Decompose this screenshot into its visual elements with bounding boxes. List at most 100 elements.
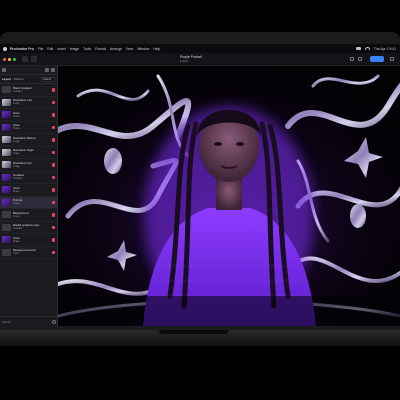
layer-name: Illustration Bottom Image xyxy=(13,137,49,143)
layer-kind: Shape xyxy=(13,127,20,131)
eye-icon[interactable] xyxy=(51,225,55,229)
layer-kind: Image xyxy=(13,139,20,143)
layer-row[interactable]: Illustration Right Image xyxy=(0,147,57,159)
layer-thumbnail xyxy=(2,98,11,106)
layer-name: Glow Shape xyxy=(13,237,49,243)
layer-options-icon[interactable] xyxy=(51,68,55,72)
layer-name: Glow Shape xyxy=(13,124,49,130)
tab-photos[interactable]: Photos xyxy=(14,77,23,81)
menu-bar: Pixelmator Pro File Edit Insert Image To… xyxy=(0,44,400,53)
menu-extras: Tue Apr 1 9:41 xyxy=(355,47,396,51)
eye-icon[interactable] xyxy=(51,200,55,204)
layer-name: Illustration Top Image xyxy=(13,162,49,168)
laptop-screen: Pixelmator Pro File Edit Insert Image To… xyxy=(0,44,400,326)
inspector-icon[interactable] xyxy=(390,57,394,61)
layer-row[interactable]: Black Gradient Gradient xyxy=(0,84,57,97)
menu-view[interactable]: View xyxy=(126,47,133,51)
layer-name: Glow Shape xyxy=(13,187,49,193)
artwork xyxy=(58,66,400,326)
add-layer-icon[interactable] xyxy=(45,68,49,72)
layer-row[interactable]: Background Image xyxy=(0,209,57,222)
layer-thumbnail xyxy=(2,123,11,131)
eye-icon[interactable] xyxy=(51,188,55,192)
eye-icon[interactable] xyxy=(51,125,55,129)
layer-thumbnail xyxy=(2,186,11,194)
layer-row[interactable]: Glow Shape xyxy=(0,109,57,122)
layer-kind: Shape xyxy=(13,239,20,243)
layer-name: Background Image xyxy=(13,212,49,218)
battery-icon[interactable] xyxy=(355,47,361,50)
layer-kind: Color xyxy=(13,252,19,256)
layer-row[interactable]: Glow Shape xyxy=(0,122,57,134)
layer-kind: Gradient xyxy=(13,89,23,93)
arrange-icon[interactable] xyxy=(358,57,362,61)
share-button[interactable] xyxy=(370,56,384,62)
menu-clock[interactable]: Tue Apr 1 9:41 xyxy=(374,47,396,51)
layer-thumbnail xyxy=(2,211,11,219)
menu-insert[interactable]: Insert xyxy=(57,47,65,51)
layer-thumbnail xyxy=(2,223,11,231)
menu-format[interactable]: Format xyxy=(95,47,106,51)
layer-kind: Image xyxy=(13,214,20,218)
panel-header xyxy=(0,66,57,75)
layers-search-input[interactable]: Search xyxy=(41,76,55,82)
layer-thumbnail xyxy=(2,136,11,144)
apple-icon[interactable] xyxy=(3,46,7,51)
zoom-icon[interactable] xyxy=(350,57,354,61)
tools-button[interactable] xyxy=(31,56,37,62)
layer-thumbnail xyxy=(2,148,11,156)
menu-tools[interactable]: Tools xyxy=(83,47,91,51)
layer-kind: Shape xyxy=(13,189,20,193)
panel-footer: Search xyxy=(0,316,58,326)
layer-kind: Image xyxy=(13,152,20,156)
wifi-icon[interactable] xyxy=(364,47,370,50)
layer-kind: Image xyxy=(13,202,20,206)
menu-file[interactable]: File xyxy=(38,47,43,51)
layer-name: Illustration Right Image xyxy=(13,149,49,155)
layer-kind: Shape xyxy=(13,114,20,118)
layer-row[interactable]: Portrait Image xyxy=(0,196,57,209)
sidebar-icon[interactable] xyxy=(2,68,6,72)
close-window-button[interactable] xyxy=(3,57,6,61)
layer-name: Radial gradient copy Gradient xyxy=(13,224,49,230)
layer-row[interactable]: Glow Shape xyxy=(0,184,57,197)
zoom-window-button[interactable] xyxy=(13,57,16,61)
eye-icon[interactable] xyxy=(51,88,55,92)
tab-layers[interactable]: Layers xyxy=(2,77,11,81)
layers-panel: Layers Photos Search Black Gradient Gradi… xyxy=(0,66,58,326)
layer-thumbnail xyxy=(2,173,11,181)
eye-icon[interactable] xyxy=(51,138,55,142)
layer-row[interactable]: Background Color Color xyxy=(0,247,57,259)
menu-edit[interactable]: Edit xyxy=(47,47,53,51)
sidebar-toggle-button[interactable] xyxy=(22,56,28,62)
eye-icon[interactable] xyxy=(51,175,55,179)
layer-row[interactable]: Gradient Gradient xyxy=(0,172,57,184)
menu-help[interactable]: Help xyxy=(153,47,160,51)
eye-icon[interactable] xyxy=(51,150,55,154)
search-icon[interactable] xyxy=(52,319,56,324)
layer-row[interactable]: Illustration Bottom Image xyxy=(0,134,57,147)
layer-list: Black Gradient Gradient Illustration Left I… xyxy=(0,84,57,259)
layer-name: Background Color Color xyxy=(13,249,49,255)
eye-icon[interactable] xyxy=(51,163,55,167)
layer-row[interactable]: Radial gradient copy Gradient xyxy=(0,222,57,234)
layer-kind: Gradient xyxy=(13,227,23,231)
image-canvas[interactable] xyxy=(58,66,400,326)
menu-app-name[interactable]: Pixelmator Pro xyxy=(10,47,34,51)
eye-icon[interactable] xyxy=(51,100,55,104)
menu-image[interactable]: Image xyxy=(70,47,79,51)
menu-window[interactable]: Window xyxy=(137,47,149,51)
layer-row[interactable]: Illustration Left Image xyxy=(0,97,57,109)
layer-row[interactable]: Illustration Top Image xyxy=(0,159,57,172)
document-status: Edited xyxy=(180,59,188,63)
eye-icon[interactable] xyxy=(51,250,55,254)
eye-icon[interactable] xyxy=(51,213,55,217)
layer-kind: Image xyxy=(13,164,20,168)
eye-icon[interactable] xyxy=(51,238,55,242)
layer-row[interactable]: Glow Shape xyxy=(0,234,57,247)
eye-icon[interactable] xyxy=(51,113,55,117)
panel-tabs: Layers Photos Search xyxy=(0,75,57,84)
layer-thumbnail xyxy=(2,161,11,169)
minimize-window-button[interactable] xyxy=(8,57,11,61)
menu-arrange[interactable]: Arrange xyxy=(110,47,122,51)
